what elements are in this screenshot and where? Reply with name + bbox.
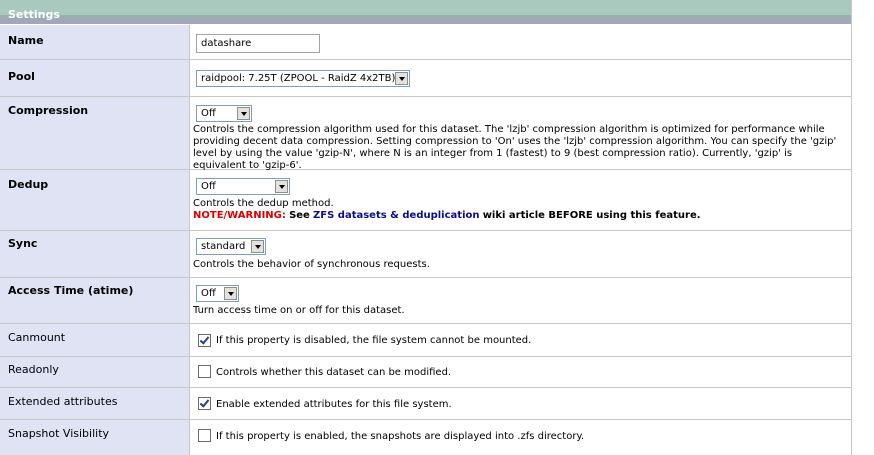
chevron-down-icon[interactable] — [395, 72, 408, 85]
readonly-help: Controls whether this dataset can be mod… — [216, 367, 452, 378]
warning-label: NOTE/WARNING: — [193, 210, 286, 221]
canmount-checkbox[interactable] — [198, 334, 211, 347]
row-readonly: Readonly Controls whether this dataset c… — [0, 357, 851, 388]
compression-label: Compression — [8, 104, 89, 117]
settings-panel: Settings Name datashare Pool raidpool: 7… — [0, 0, 852, 455]
pool-select[interactable]: raidpool: 7.25T (ZPOOL - RaidZ 4x2TB) — [196, 70, 410, 87]
atime-help: Turn access time on or off for this data… — [193, 305, 405, 316]
atime-select[interactable]: Off — [196, 285, 239, 302]
atime-label: Access Time (atime) — [8, 284, 134, 297]
canmount-label: Canmount — [8, 331, 66, 344]
readonly-label: Readonly — [8, 363, 59, 376]
chevron-down-icon[interactable] — [275, 180, 288, 193]
chevron-down-icon[interactable] — [251, 240, 264, 253]
dedup-select[interactable]: Off — [196, 178, 290, 195]
name-label: Name — [8, 34, 44, 47]
xattr-help: Enable extended attributes for this file… — [216, 399, 452, 410]
sync-help: Controls the behavior of synchronous req… — [193, 259, 430, 270]
settings-header: Settings — [0, 0, 851, 24]
sync-select-value: standard — [201, 241, 246, 252]
warning-see: See — [289, 210, 310, 221]
chevron-down-icon[interactable] — [224, 287, 237, 300]
pool-label: Pool — [8, 70, 35, 83]
dedup-help: Controls the dedup method. — [193, 198, 334, 209]
name-input[interactable]: datashare — [196, 34, 320, 53]
canmount-help: If this property is disabled, the file s… — [216, 335, 532, 346]
xattr-label: Extended attributes — [8, 395, 118, 408]
settings-title: Settings — [8, 8, 60, 21]
xattr-checkbox[interactable] — [198, 397, 211, 410]
row-snapdir: Snapshot Visibility If this property is … — [0, 420, 851, 455]
row-name: Name datashare — [0, 25, 851, 60]
row-sync: Sync standard Controls the behavior of s… — [0, 231, 851, 278]
snapdir-checkbox[interactable] — [198, 429, 211, 442]
row-canmount: Canmount If this property is disabled, t… — [0, 324, 851, 357]
row-pool: Pool raidpool: 7.25T (ZPOOL - RaidZ 4x2T… — [0, 60, 851, 97]
dedup-label: Dedup — [8, 178, 49, 191]
zfs-dedup-wiki-link[interactable]: ZFS datasets & deduplication — [313, 210, 479, 221]
row-compression: Compression Off Controls the compression… — [0, 97, 851, 171]
row-atime: Access Time (atime) Off Turn access time… — [0, 278, 851, 324]
sync-label: Sync — [8, 237, 38, 250]
dedup-select-value: Off — [201, 181, 216, 192]
snapdir-help: If this property is enabled, the snapsho… — [216, 431, 585, 442]
compression-select[interactable]: Off — [196, 105, 252, 122]
pool-select-value: raidpool: 7.25T (ZPOOL - RaidZ 4x2TB) — [201, 73, 396, 84]
row-dedup: Dedup Off Controls the dedup method. NOT… — [0, 170, 851, 231]
atime-select-value: Off — [201, 288, 216, 299]
snapdir-label: Snapshot Visibility — [8, 427, 110, 440]
warning-rest: wiki article BEFORE using this feature. — [482, 210, 701, 221]
readonly-checkbox[interactable] — [198, 365, 211, 378]
row-xattr: Extended attributes Enable extended attr… — [0, 388, 851, 420]
compression-select-value: Off — [201, 108, 216, 119]
compression-help: Controls the compression algorithm used … — [193, 124, 837, 171]
dedup-warning: NOTE/WARNING: See ZFS datasets & dedupli… — [193, 210, 843, 222]
sync-select[interactable]: standard — [196, 238, 266, 255]
chevron-down-icon[interactable] — [237, 107, 250, 120]
